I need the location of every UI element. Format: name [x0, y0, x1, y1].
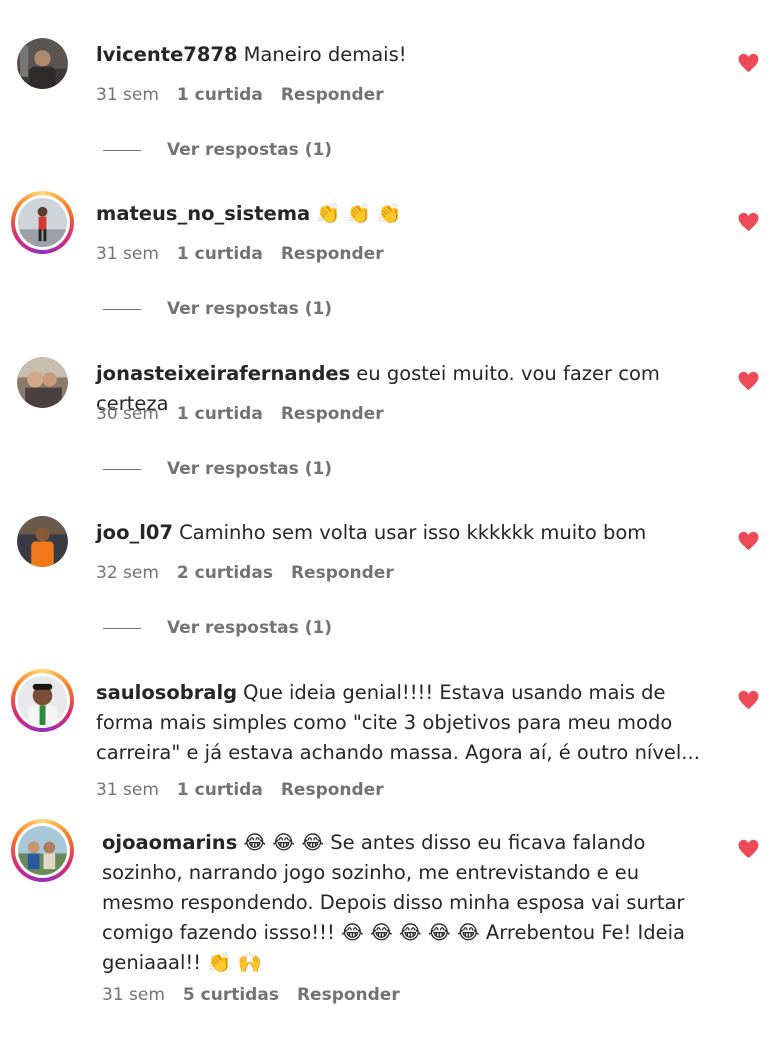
reply-button[interactable]: Responder — [281, 404, 384, 424]
comment-username[interactable]: joo_l07 — [96, 521, 173, 544]
view-replies-button[interactable]: Ver respostas (1) — [103, 618, 332, 638]
avatar[interactable] — [11, 669, 74, 732]
comment-text: lvicente7878 Maneiro demais! — [96, 40, 716, 70]
reply-button[interactable]: Responder — [291, 563, 394, 583]
view-replies-label: Ver respostas (1) — [167, 618, 333, 638]
avatar[interactable] — [17, 516, 68, 567]
comment-body: Caminho sem volta usar isso kkkkkk muito… — [179, 521, 647, 544]
comment-body: Maneiro demais! — [243, 43, 407, 66]
view-replies-label: Ver respostas (1) — [167, 299, 333, 319]
heart-icon[interactable] — [737, 839, 760, 859]
comment-username[interactable]: ojoaomarins — [102, 831, 237, 854]
heart-icon[interactable] — [737, 53, 760, 73]
divider — [103, 308, 141, 310]
comment-body: 👏 👏 👏 — [316, 202, 402, 225]
comment-meta: 30 sem 1 curtida Responder — [96, 404, 384, 424]
comment-meta: 31 sem 1 curtida Responder — [96, 780, 384, 800]
comment-likes[interactable]: 1 curtida — [177, 780, 263, 800]
avatar[interactable] — [11, 191, 74, 254]
view-replies-button[interactable]: Ver respostas (1) — [103, 459, 332, 479]
comment-time: 31 sem — [102, 985, 165, 1005]
comment-likes[interactable]: 1 curtida — [177, 244, 263, 264]
profile-photo — [17, 38, 68, 89]
reply-button[interactable]: Responder — [281, 244, 384, 264]
comment-username[interactable]: saulosobralg — [96, 681, 237, 704]
comment-meta: 32 sem 2 curtidas Responder — [96, 563, 394, 583]
comment-likes[interactable]: 2 curtidas — [177, 563, 273, 583]
view-replies-label: Ver respostas (1) — [167, 140, 333, 160]
divider — [103, 468, 141, 470]
profile-photo — [18, 826, 67, 875]
comment-time: 31 sem — [96, 780, 159, 800]
divider — [103, 149, 141, 151]
comment-text: mateus_no_sistema 👏 👏 👏 — [96, 199, 716, 229]
profile-photo — [17, 516, 68, 567]
comment-username[interactable]: mateus_no_sistema — [96, 202, 310, 225]
comment-text: ojoaomarins 😂 😂 😂 Se antes disso eu ficav… — [102, 828, 714, 978]
view-replies-label: Ver respostas (1) — [167, 459, 333, 479]
avatar[interactable] — [17, 357, 68, 408]
comment-text: joo_l07 Caminho sem volta usar isso kkkkk… — [96, 518, 716, 548]
comment-time: 31 sem — [96, 85, 159, 105]
comment-username[interactable]: jonasteixeirafernandes — [96, 362, 350, 385]
reply-button[interactable]: Responder — [297, 985, 400, 1005]
heart-icon[interactable] — [737, 371, 760, 391]
comment-time: 31 sem — [96, 244, 159, 264]
comment-meta: 31 sem 1 curtida Responder — [96, 244, 384, 264]
comment-text: saulosobralg Que ideia genial!!!! Estava … — [96, 678, 716, 768]
view-replies-button[interactable]: Ver respostas (1) — [103, 299, 332, 319]
comment-time: 30 sem — [96, 404, 159, 424]
comment-likes[interactable]: 5 curtidas — [183, 985, 279, 1005]
avatar[interactable] — [11, 819, 74, 882]
comment-username[interactable]: lvicente7878 — [96, 43, 238, 66]
reply-button[interactable]: Responder — [281, 85, 384, 105]
comment-meta: 31 sem 1 curtida Responder — [96, 85, 384, 105]
heart-icon[interactable] — [737, 690, 760, 710]
profile-photo — [18, 676, 67, 725]
comment-time: 32 sem — [96, 563, 159, 583]
avatar[interactable] — [17, 38, 68, 89]
comment-likes[interactable]: 1 curtida — [177, 404, 263, 424]
comment-likes[interactable]: 1 curtida — [177, 85, 263, 105]
heart-icon[interactable] — [737, 531, 760, 551]
profile-photo — [18, 198, 67, 247]
view-replies-button[interactable]: Ver respostas (1) — [103, 140, 332, 160]
comment-meta: 31 sem 5 curtidas Responder — [102, 985, 400, 1005]
profile-photo — [17, 357, 68, 408]
heart-icon[interactable] — [737, 212, 760, 232]
divider — [103, 627, 141, 629]
reply-button[interactable]: Responder — [281, 780, 384, 800]
